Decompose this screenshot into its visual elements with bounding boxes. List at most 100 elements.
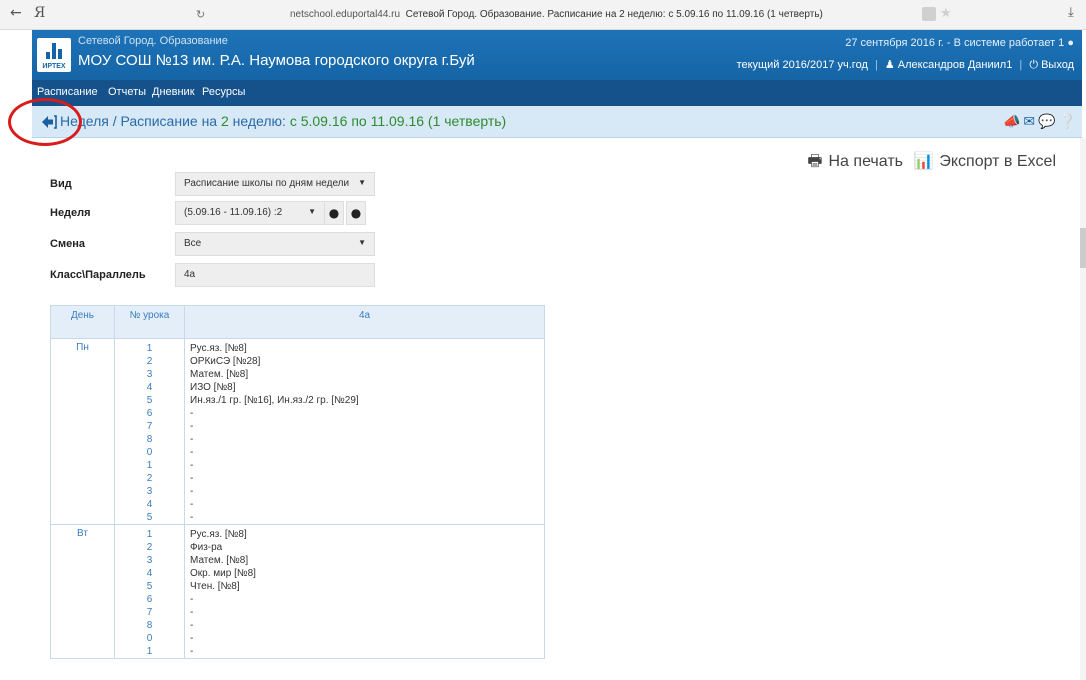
class-field-value: 4а bbox=[184, 269, 196, 280]
lesson-number: 4 bbox=[146, 499, 153, 510]
crumb-prefix: Неделя / Расписание на bbox=[60, 113, 221, 129]
table-row: Пн 1 2 3 4 5 6 7 8 0 1 2 3 4 5 Рус.яз. [№8] ОРКиСЭ [№28]… bbox=[50, 338, 545, 525]
lesson-entry: Физ-ра bbox=[190, 542, 223, 553]
lesson-number: 6 bbox=[146, 408, 153, 419]
user-name-link[interactable]: Александров Даниил1 bbox=[898, 59, 1013, 71]
lesson-entry: - bbox=[190, 633, 194, 644]
crumb-week-num: 2 bbox=[220, 113, 229, 129]
lesson-entry: - bbox=[190, 620, 194, 631]
schedule-table: День № урока 4а Пн 1 2 3 4 5 6 7 8 0 1 2 3 4 5 Рус.яз. … bbox=[50, 305, 545, 659]
browser-toolbar: ← Я ↻ netschool.eduportal44.ru Сетевой Г… bbox=[0, 0, 1086, 30]
user-bar: текущий 2016/2017 уч.год | ♟ Александров… bbox=[736, 59, 1074, 71]
lesson-entry: - bbox=[190, 499, 194, 510]
lesson-number: 3 bbox=[146, 555, 153, 566]
irtex-logo[interactable]: ИРТЕХ bbox=[37, 38, 71, 72]
view-select[interactable]: Расписание школы по дням недели ▼ bbox=[175, 172, 375, 196]
lesson-entry: ОРКиСЭ [№28] bbox=[190, 356, 261, 367]
caret-down-icon: ▼ bbox=[358, 178, 366, 187]
menu-item-diary[interactable]: Дневник bbox=[152, 86, 195, 98]
mail-icon[interactable]: ✉ bbox=[1023, 114, 1035, 130]
address-bar[interactable]: netschool.eduportal44.ru Сетевой Город. … bbox=[290, 9, 823, 20]
browser-back-icon[interactable]: ← bbox=[10, 5, 22, 21]
lesson-number: 3 bbox=[146, 486, 153, 497]
page-title: Неделя / Расписание на 2 неделю: с 5.09.… bbox=[60, 113, 506, 129]
page-scrollbar[interactable] bbox=[1080, 138, 1086, 680]
help-icon[interactable]: ❔ bbox=[1059, 114, 1076, 130]
lesson-number: 7 bbox=[146, 607, 153, 618]
breadcrumb: Неделя / Расписание на 2 неделю: с 5.09.… bbox=[32, 106, 1082, 138]
scrollbar-thumb[interactable] bbox=[1080, 228, 1086, 268]
portal-subtitle: Сетевой Город. Образование bbox=[78, 35, 228, 47]
caret-down-icon: ▼ bbox=[308, 207, 316, 216]
browser-logo-icon[interactable]: Я bbox=[34, 5, 45, 21]
table-row: Вт 1 2 3 4 5 6 7 8 0 1 Рус.яз. [№8] Физ-ра Матем. [№8… bbox=[50, 524, 545, 659]
lesson-number: 1 bbox=[146, 529, 153, 540]
announcement-icon[interactable]: 📣 bbox=[1003, 114, 1020, 130]
school-year-select[interactable]: текущий 2016/2017 уч.год bbox=[737, 59, 868, 71]
lesson-entry: - bbox=[190, 421, 194, 432]
menu-item-resources[interactable]: Ресурсы bbox=[202, 86, 245, 98]
annotation-circle bbox=[8, 98, 82, 146]
table-header-row: День № урока 4а bbox=[50, 305, 545, 339]
printer-icon: 🖶 bbox=[807, 153, 823, 170]
lesson-entry: Матем. [№8] bbox=[190, 555, 249, 566]
lesson-number: 1 bbox=[146, 646, 153, 657]
lesson-number: 2 bbox=[146, 473, 153, 484]
chat-icon[interactable]: 💬 bbox=[1038, 114, 1055, 130]
view-label: Вид bbox=[50, 178, 72, 190]
date-info-text: 27 сентября 2016 г. - В системе работает… bbox=[845, 37, 1065, 49]
user-icon: ♟ bbox=[884, 59, 895, 71]
day-cell: Пн bbox=[50, 338, 115, 525]
class-label: Класс\Параллель bbox=[50, 269, 146, 281]
bookmark-star-icon[interactable]: ★ bbox=[940, 6, 952, 21]
lesson-number: 8 bbox=[146, 434, 153, 445]
lesson-number: 1 bbox=[146, 343, 153, 354]
week-next-button[interactable]: ● bbox=[346, 201, 366, 225]
school-title: МОУ СОШ №13 им. Р.А. Наумова городского … bbox=[78, 52, 475, 69]
lesson-entry: Матем. [№8] bbox=[190, 369, 249, 380]
lesson-number: 1 bbox=[146, 460, 153, 471]
lesson-numbers-cell: 1 2 3 4 5 6 7 8 0 1 bbox=[114, 524, 185, 659]
lesson-number: 6 bbox=[146, 594, 153, 605]
extension-icon[interactable] bbox=[922, 7, 936, 21]
lesson-entry: - bbox=[190, 486, 194, 497]
lesson-number: 2 bbox=[146, 542, 153, 553]
download-icon[interactable]: ⤓ bbox=[1068, 5, 1074, 20]
view-select-value: Расписание школы по дням недели bbox=[184, 178, 350, 189]
lesson-entry: - bbox=[190, 594, 194, 605]
lesson-number: 2 bbox=[146, 356, 153, 367]
day-cell: Вт bbox=[50, 524, 115, 659]
lesson-number: 0 bbox=[146, 447, 153, 458]
lesson-entry: - bbox=[190, 607, 194, 618]
class-field: 4а bbox=[175, 263, 375, 287]
lesson-number: 4 bbox=[146, 382, 153, 393]
lesson-number: 8 bbox=[146, 620, 153, 631]
reload-icon[interactable]: ↻ bbox=[196, 8, 205, 21]
lesson-entry: Окр. мир [№8] bbox=[190, 568, 256, 579]
lesson-entry: - bbox=[190, 512, 194, 523]
shift-select[interactable]: Все ▼ bbox=[175, 232, 375, 256]
print-link[interactable]: На печать bbox=[829, 153, 903, 170]
shift-label: Смена bbox=[50, 238, 85, 250]
caret-down-icon: ▼ bbox=[358, 238, 366, 247]
excel-icon: 📊 bbox=[913, 153, 934, 170]
lesson-number: 7 bbox=[146, 421, 153, 432]
lesson-entry: - bbox=[190, 408, 194, 419]
exit-link[interactable]: Выход bbox=[1041, 59, 1074, 71]
crumb-icons: 📣 ✉ 💬 ❔ bbox=[1000, 114, 1076, 130]
column-class: 4а bbox=[184, 305, 545, 339]
week-prev-button[interactable]: ● bbox=[324, 201, 344, 225]
lesson-entry: ИЗО [№8] bbox=[190, 382, 236, 393]
crumb-range: с 5.09.16 по 11.09.16 (1 четверть) bbox=[289, 113, 507, 129]
logo-label: ИРТЕХ bbox=[42, 63, 66, 70]
lesson-number: 5 bbox=[146, 395, 153, 406]
menu-item-reports[interactable]: Отчеты bbox=[108, 86, 146, 98]
lesson-number: 5 bbox=[146, 512, 153, 523]
lessons-cell: Рус.яз. [№8] Физ-ра Матем. [№8] Окр. мир [№… bbox=[184, 524, 545, 659]
column-day: День bbox=[50, 305, 115, 339]
menu-item-schedule[interactable]: Расписание bbox=[37, 86, 98, 98]
user-online-icon: ● bbox=[1067, 37, 1074, 49]
week-select[interactable]: (5.09.16 - 11.09.16) :2 ▼ bbox=[175, 201, 325, 225]
export-link[interactable]: Экспорт в Excel bbox=[939, 153, 1056, 170]
lesson-entry: - bbox=[190, 447, 194, 458]
